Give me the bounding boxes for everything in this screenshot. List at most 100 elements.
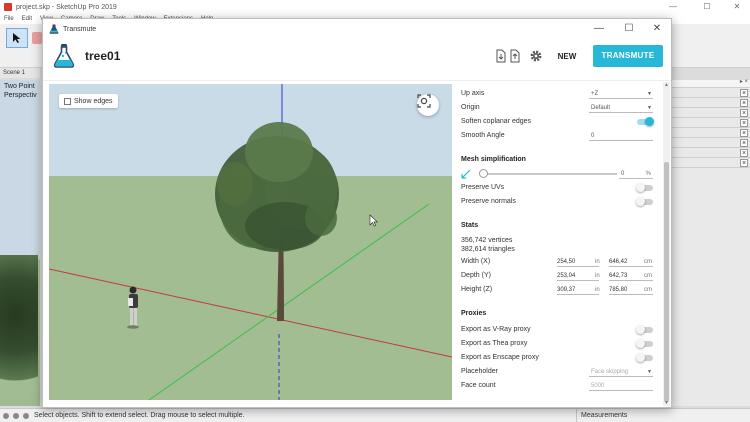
vray-row: Export as V-Ray proxy xyxy=(461,324,657,336)
import-file-icon[interactable] xyxy=(495,49,507,63)
thea-toggle[interactable] xyxy=(636,339,653,348)
settings-scrollbar[interactable]: ▲ ▼ xyxy=(663,82,670,406)
scroll-down-icon[interactable]: ▼ xyxy=(663,400,670,406)
status-bar: Select objects. Shift to extend select. … xyxy=(0,408,750,422)
smooth-angle-label: Smooth Angle xyxy=(461,132,505,139)
height-in-input[interactable]: 309,37 xyxy=(557,285,599,295)
zoom-extents-icon xyxy=(417,94,431,108)
face-count-input[interactable]: 5000 xyxy=(589,381,653,391)
model-name: tree01 xyxy=(85,49,121,63)
export-file-icon[interactable] xyxy=(509,49,521,63)
camera-label: Two Point Perspectiv xyxy=(4,83,37,99)
tray-close-icon[interactable]: × xyxy=(740,89,748,97)
tray-item[interactable]: × xyxy=(672,98,750,108)
tray-item[interactable]: × xyxy=(672,158,750,168)
placeholder-label: Placeholder xyxy=(461,368,498,375)
smooth-angle-input[interactable]: 0 xyxy=(589,131,653,141)
transmute-logo-icon xyxy=(53,44,75,68)
preserve-normals-toggle[interactable] xyxy=(636,197,653,206)
tray-close-icon[interactable]: × xyxy=(740,159,748,167)
help-icon[interactable] xyxy=(23,412,29,419)
face-count-row: Face count 5000 xyxy=(461,380,657,392)
origin-select[interactable]: Default ▼ xyxy=(589,103,653,113)
tray-item[interactable]: × xyxy=(672,108,750,118)
thea-row: Export as Thea proxy xyxy=(461,338,657,350)
sketchup-titlebar: project.skp - SketchUp Pro 2019 — ☐ ✕ xyxy=(0,0,750,14)
sketchup-maximize-button[interactable]: ☐ xyxy=(694,0,720,14)
dropdown-arrow-icon: ▼ xyxy=(647,369,652,375)
smooth-angle-row: Smooth Angle 0 xyxy=(461,130,657,142)
zoom-extents-button[interactable] xyxy=(417,94,439,116)
menu-file[interactable]: File xyxy=(4,14,14,24)
origin-row: Origin Default ▼ xyxy=(461,102,657,114)
tray-close-icon[interactable]: × xyxy=(740,139,748,147)
transmute-minimize-button[interactable]: — xyxy=(584,19,614,39)
sketchup-viewport[interactable]: Two Point Perspectiv xyxy=(0,80,40,406)
transmute-window-title: Transmute xyxy=(63,25,97,33)
tray-item[interactable]: × xyxy=(672,138,750,148)
transmute-maximize-button[interactable]: ☐ xyxy=(614,19,644,39)
soften-label: Soften coplanar edges xyxy=(461,118,532,125)
tray-close-icon[interactable]: × xyxy=(740,129,748,137)
scroll-up-icon[interactable]: ▲ xyxy=(663,82,670,88)
depth-in-input[interactable]: 253,04 xyxy=(557,271,599,281)
transmute-button[interactable]: TRANSMUTE xyxy=(593,45,663,67)
eraser-tool-button[interactable] xyxy=(32,32,42,44)
placeholder-select[interactable]: Face skipping ▼ xyxy=(589,367,653,377)
tray-close-icon[interactable]: × xyxy=(740,149,748,157)
cursor-arrow-icon xyxy=(13,33,21,43)
proxies-section-title: Proxies xyxy=(461,310,487,317)
up-axis-select[interactable]: +Z ▼ xyxy=(589,89,653,99)
vray-toggle[interactable] xyxy=(636,325,653,334)
tray-item[interactable]: × xyxy=(672,88,750,98)
scene-tab[interactable]: Scene 1 xyxy=(0,68,40,78)
simplification-slider-handle[interactable] xyxy=(479,169,488,178)
simplification-slider-track[interactable] xyxy=(483,173,617,175)
mesh-section-title: Mesh simplification xyxy=(461,156,526,163)
simplification-value[interactable]: 0% xyxy=(619,169,653,179)
model-preview-viewport[interactable]: Show edges xyxy=(49,84,452,400)
up-axis-label: Up axis xyxy=(461,90,485,97)
settings-gear-icon[interactable] xyxy=(529,49,543,63)
width-in-input[interactable]: 254,50 xyxy=(557,257,599,267)
tray-close-icon[interactable]: × xyxy=(740,99,748,107)
show-edges-checkbox[interactable] xyxy=(64,97,71,105)
transmute-titlebar: Transmute — ☐ ✕ xyxy=(43,19,671,39)
tray-pin-icon[interactable]: ▸ × xyxy=(740,78,748,85)
mesh-slider-row: 0% xyxy=(461,168,657,180)
enscape-toggle[interactable] xyxy=(636,353,653,362)
background-trees xyxy=(0,255,38,405)
measurements-box[interactable]: Measurements xyxy=(576,409,750,422)
height-row: Height (Z) 309,37 in 785,80 cm xyxy=(461,285,653,295)
vray-label: Export as V-Ray proxy xyxy=(461,326,531,333)
transmute-header: tree01 NEW TRANSMUTE xyxy=(43,39,671,81)
transmute-window: Transmute — ☐ ✕ tree01 NEW TRANSMUTE Sho… xyxy=(42,18,672,408)
sketchup-close-button[interactable]: ✕ xyxy=(724,0,750,14)
origin-label: Origin xyxy=(461,104,480,111)
new-button[interactable]: NEW xyxy=(549,48,585,66)
tray-close-icon[interactable]: × xyxy=(740,119,748,127)
scrollbar-thumb[interactable] xyxy=(664,162,669,402)
dropdown-arrow-icon: ▼ xyxy=(647,105,652,111)
tray-item[interactable]: × xyxy=(672,148,750,158)
depth-row: Depth (Y) 253,04 in 642,73 cm xyxy=(461,271,653,281)
select-tool-button[interactable] xyxy=(6,28,28,48)
tray-item[interactable]: × xyxy=(672,118,750,128)
placeholder-row: Placeholder Face skipping ▼ xyxy=(461,366,657,378)
credits-icon[interactable] xyxy=(13,412,19,419)
menu-edit[interactable]: Edit xyxy=(22,14,32,24)
preserve-uvs-label: Preserve UVs xyxy=(461,184,505,191)
sketchup-minimize-button[interactable]: — xyxy=(660,0,686,14)
vertex-count: 356,742 vertices xyxy=(461,237,513,244)
up-axis-row: Up axis +Z ▼ xyxy=(461,88,657,100)
tray-item[interactable]: × xyxy=(672,128,750,138)
soften-toggle[interactable] xyxy=(637,117,654,126)
tray-close-icon[interactable]: × xyxy=(740,109,748,117)
preview-scene xyxy=(49,84,452,400)
geo-location-icon[interactable] xyxy=(3,412,9,419)
enscape-row: Export as Enscape proxy xyxy=(461,352,657,364)
show-edges-toggle[interactable]: Show edges xyxy=(59,94,118,108)
preserve-uvs-toggle[interactable] xyxy=(636,183,653,192)
transmute-close-button[interactable]: ✕ xyxy=(642,19,672,39)
transmute-flask-icon xyxy=(49,24,59,34)
